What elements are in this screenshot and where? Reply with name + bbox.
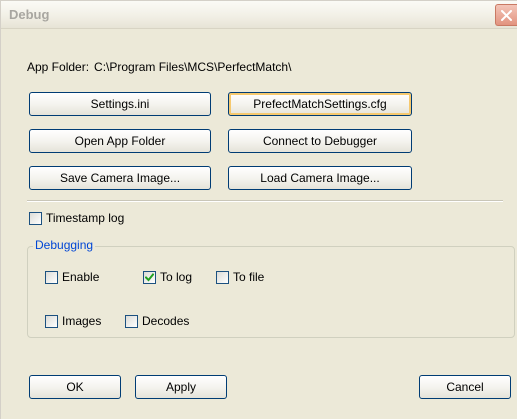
to-file-checkbox[interactable]: To file — [216, 270, 264, 284]
close-button[interactable] — [495, 4, 517, 26]
timestamp-log-label: Timestamp log — [46, 211, 125, 225]
to-log-label: To log — [160, 270, 193, 284]
debugging-legend: Debugging — [33, 238, 96, 252]
separator — [27, 200, 503, 202]
title-bar[interactable]: Debug — [1, 1, 517, 29]
settings-ini-button[interactable]: Settings.ini — [29, 92, 211, 116]
close-icon — [501, 10, 512, 21]
enable-checkbox[interactable]: Enable — [45, 270, 99, 284]
timestamp-log-checkbox[interactable]: Timestamp log — [29, 211, 124, 225]
timestamp-log-box[interactable] — [29, 211, 42, 225]
apply-button[interactable]: Apply — [135, 375, 227, 399]
images-label: Images — [62, 314, 102, 328]
ok-button[interactable]: OK — [29, 375, 121, 399]
to-log-checkbox[interactable]: To log — [143, 270, 192, 284]
open-app-folder-button[interactable]: Open App Folder — [29, 129, 211, 153]
decodes-box[interactable] — [125, 314, 138, 328]
save-camera-image-button[interactable]: Save Camera Image... — [29, 166, 211, 190]
debug-dialog: Debug App Folder: C:\Program Files\MCS\Pe… — [0, 0, 517, 419]
load-camera-image-button[interactable]: Load Camera Image... — [228, 166, 412, 190]
window-title: Debug — [9, 7, 50, 22]
connect-debugger-button[interactable]: Connect to Debugger — [228, 129, 412, 153]
cancel-button[interactable]: Cancel — [419, 375, 511, 399]
prefect-match-settings-button[interactable]: PrefectMatchSettings.cfg — [228, 92, 412, 116]
app-folder-label: App Folder: — [27, 60, 90, 74]
to-log-box[interactable] — [143, 270, 156, 284]
check-icon — [145, 272, 154, 281]
images-checkbox[interactable]: Images — [45, 314, 101, 328]
decodes-label: Decodes — [142, 314, 190, 328]
app-folder-row: App Folder: C:\Program Files\MCS\PerfectM… — [27, 60, 296, 74]
to-file-box[interactable] — [216, 270, 229, 284]
enable-label: Enable — [62, 270, 100, 284]
enable-box[interactable] — [45, 270, 58, 284]
app-folder-path: C:\Program Files\MCS\PerfectMatch\ — [94, 60, 292, 74]
decodes-checkbox[interactable]: Decodes — [125, 314, 189, 328]
images-box[interactable] — [45, 314, 58, 328]
to-file-label: To file — [233, 270, 265, 284]
dialog-content: App Folder: C:\Program Files\MCS\PerfectM… — [1, 30, 517, 419]
